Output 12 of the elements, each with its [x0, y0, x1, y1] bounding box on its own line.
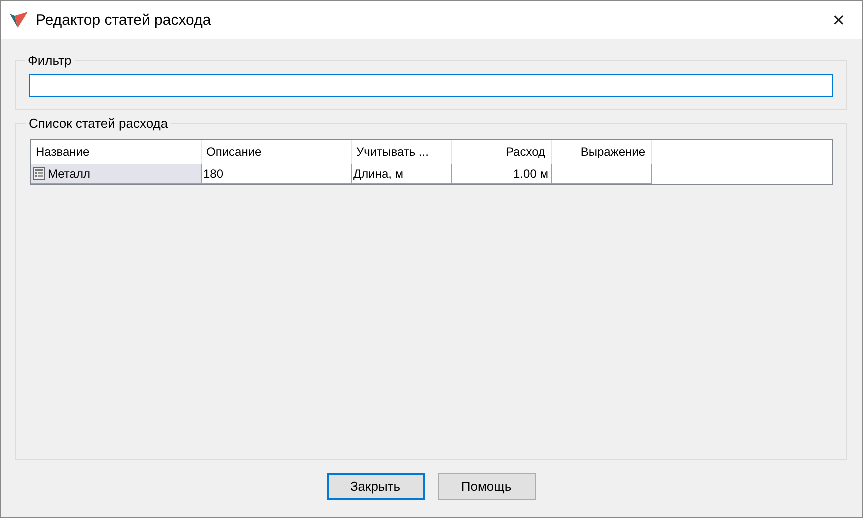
table-cell: Длина, м [351, 164, 451, 184]
window-title: Редактор статей расхода [36, 12, 212, 28]
dialog-button[interactable]: Помощь [438, 473, 536, 500]
group-legend: Список статей расхода [26, 116, 172, 131]
group-legend: Фильтр [25, 53, 75, 68]
table-cell: 1.00 м [451, 164, 551, 184]
filter-field[interactable] [29, 74, 833, 97]
table-cell: 180 [201, 164, 351, 184]
close-button[interactable]: ✕ [816, 1, 862, 39]
app-logo-icon [9, 11, 29, 29]
dialog-button[interactable]: Закрыть [326, 473, 424, 500]
cell-text: Металл [48, 166, 90, 180]
